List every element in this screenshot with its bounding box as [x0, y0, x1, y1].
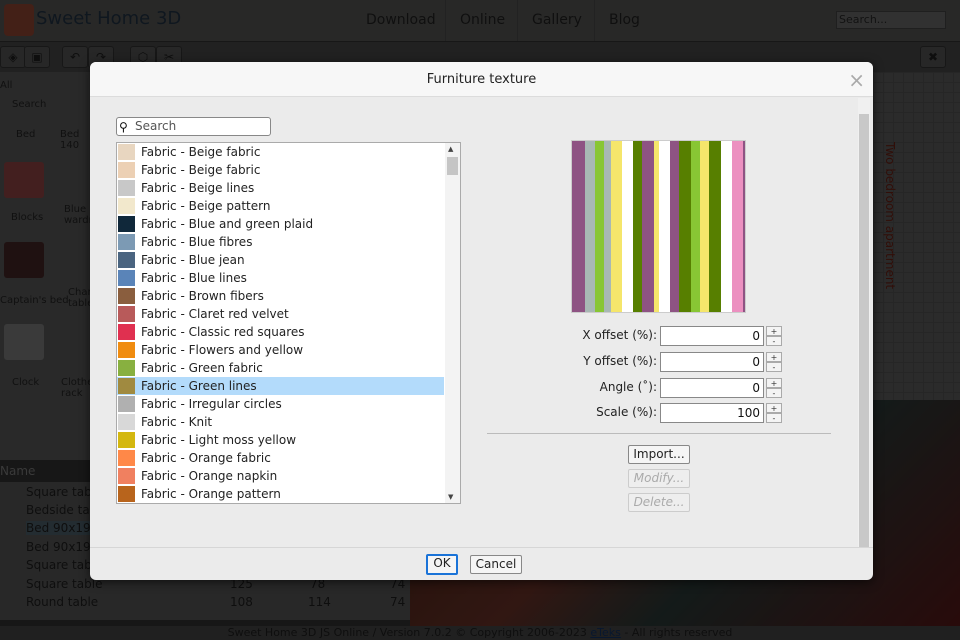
list-scrollbar[interactable]: ▲ ▼ — [445, 143, 460, 503]
texture-name: Fabric - Beige pattern — [141, 199, 271, 213]
increment-button[interactable]: + — [766, 403, 782, 413]
texture-swatch — [118, 252, 135, 268]
texture-swatch — [118, 468, 135, 484]
search-placeholder: Search — [135, 119, 177, 133]
texture-name: Fabric - Orange napkin — [141, 469, 278, 483]
angle-label: Angle (˚): — [599, 380, 657, 394]
dialog-scrollbar[interactable] — [858, 98, 870, 548]
texture-list-item[interactable]: Fabric - Beige fabric — [117, 143, 444, 161]
texture-list-item[interactable]: Fabric - Green lines — [117, 377, 444, 395]
scale-input[interactable]: 100 — [660, 403, 764, 423]
texture-name: Fabric - Brown fibers — [141, 289, 264, 303]
decrement-button[interactable]: - — [766, 362, 782, 372]
texture-list-item[interactable]: Fabric - Blue jean — [117, 251, 444, 269]
texture-name: Fabric - Blue and green plaid — [141, 217, 314, 231]
texture-list-item[interactable]: Fabric - Flowers and yellow — [117, 341, 444, 359]
texture-swatch — [118, 414, 135, 430]
texture-list-item[interactable]: Fabric - Beige fabric — [117, 161, 444, 179]
texture-search-input[interactable]: ⚲ Search — [116, 117, 271, 136]
ok-button[interactable]: OK — [426, 554, 458, 575]
texture-list-item[interactable]: Fabric - Classic red squares — [117, 323, 444, 341]
texture-swatch — [118, 288, 135, 304]
texture-swatch — [118, 396, 135, 412]
increment-button[interactable]: + — [766, 326, 782, 336]
search-icon: ⚲ — [119, 120, 128, 134]
texture-swatch — [118, 378, 135, 394]
dialog-footer-divider — [90, 547, 873, 548]
texture-name: Fabric - Flowers and yellow — [141, 343, 304, 357]
texture-preview — [571, 140, 746, 313]
x-offset-label: X offset (%): — [582, 328, 657, 342]
scale-label: Scale (%): — [596, 405, 657, 419]
increment-button[interactable]: + — [766, 378, 782, 388]
texture-list-item[interactable]: Fabric - Claret red velvet — [117, 305, 444, 323]
texture-name: Fabric - Claret red velvet — [141, 307, 289, 321]
furniture-texture-dialog: Furniture texture × ⚲ Search ▲ ▼ Fabric - … — [90, 62, 873, 580]
texture-list-item[interactable]: Fabric - Blue lines — [117, 269, 444, 287]
texture-name: Fabric - Beige lines — [141, 181, 255, 195]
texture-swatch — [118, 486, 135, 502]
angle-spinner[interactable]: + - — [766, 378, 782, 398]
texture-list-item[interactable]: Fabric - Blue and green plaid — [117, 215, 444, 233]
texture-name: Fabric - Beige fabric — [141, 145, 261, 159]
texture-name: Fabric - Orange pattern — [141, 487, 281, 501]
texture-list-item[interactable]: Fabric - Green fabric — [117, 359, 444, 377]
texture-swatch — [118, 360, 135, 376]
texture-name: Fabric - Light moss yellow — [141, 433, 297, 447]
texture-swatch — [118, 180, 135, 196]
texture-list-item[interactable]: Fabric - Orange fabric — [117, 449, 444, 467]
scale-spinner[interactable]: + - — [766, 403, 782, 423]
decrement-button[interactable]: - — [766, 336, 782, 346]
decrement-button[interactable]: - — [766, 388, 782, 398]
decrement-button[interactable]: - — [766, 413, 782, 423]
texture-name: Fabric - Green lines — [141, 379, 257, 393]
x-offset-spinner[interactable]: + - — [766, 326, 782, 346]
modify-button[interactable]: Modify... — [628, 469, 690, 488]
texture-swatch — [118, 198, 135, 214]
texture-name: Fabric - Classic red squares — [141, 325, 305, 339]
cancel-button[interactable]: Cancel — [470, 555, 522, 574]
y-offset-input[interactable]: 0 — [660, 352, 764, 372]
dialog-title: Furniture texture — [90, 62, 873, 97]
increment-button[interactable]: + — [766, 352, 782, 362]
texture-list-item[interactable]: Fabric - Beige lines — [117, 179, 444, 197]
angle-input[interactable]: 0 — [660, 378, 764, 398]
texture-swatch — [118, 144, 135, 160]
texture-list-item[interactable]: Fabric - Orange napkin — [117, 467, 444, 485]
texture-list-item[interactable]: Fabric - Brown fibers — [117, 287, 444, 305]
texture-list-item[interactable]: Fabric - Knit — [117, 413, 444, 431]
delete-button[interactable]: Delete... — [628, 493, 690, 512]
texture-name: Fabric - Knit — [141, 415, 213, 429]
y-offset-label: Y offset (%): — [583, 354, 657, 368]
texture-name: Fabric - Blue fibres — [141, 235, 253, 249]
texture-name: Fabric - Beige fabric — [141, 163, 261, 177]
texture-name: Fabric - Blue jean — [141, 253, 245, 267]
texture-swatch — [118, 270, 135, 286]
texture-list-item[interactable]: Fabric - Orange pattern — [117, 485, 444, 503]
texture-list-item[interactable]: Fabric - Blue fibres — [117, 233, 444, 251]
texture-swatch — [118, 324, 135, 340]
texture-name: Fabric - Blue lines — [141, 271, 247, 285]
texture-swatch — [118, 162, 135, 178]
texture-swatch — [118, 450, 135, 466]
texture-swatch — [118, 234, 135, 250]
texture-name: Fabric - Irregular circles — [141, 397, 282, 411]
texture-swatch — [118, 216, 135, 232]
import-button[interactable]: Import... — [628, 445, 690, 464]
texture-swatch — [118, 342, 135, 358]
texture-list-item[interactable]: Fabric - Irregular circles — [117, 395, 444, 413]
y-offset-spinner[interactable]: + - — [766, 352, 782, 372]
texture-list-item[interactable]: Fabric - Beige pattern — [117, 197, 444, 215]
texture-swatch — [118, 432, 135, 448]
x-offset-input[interactable]: 0 — [660, 326, 764, 346]
texture-list-item[interactable]: Fabric - Light moss yellow — [117, 431, 444, 449]
close-icon[interactable]: × — [848, 68, 865, 92]
divider — [487, 433, 831, 434]
texture-name: Fabric - Green fabric — [141, 361, 263, 375]
texture-name: Fabric - Orange fabric — [141, 451, 271, 465]
texture-list[interactable]: ▲ ▼ Fabric - Beige fabric Fabric - Beige f… — [116, 142, 461, 504]
texture-swatch — [118, 306, 135, 322]
